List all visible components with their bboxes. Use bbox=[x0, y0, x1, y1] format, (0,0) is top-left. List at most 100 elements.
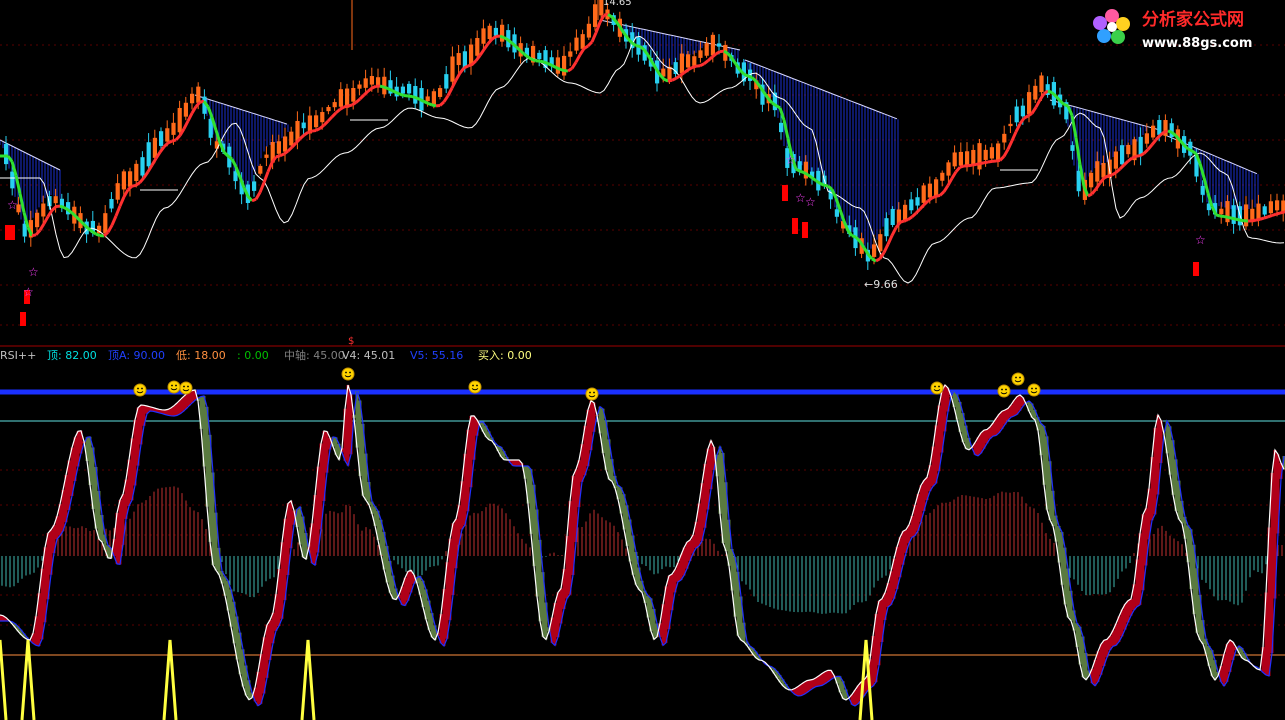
candle-body bbox=[1070, 145, 1075, 151]
ma-segment bbox=[875, 257, 881, 263]
ma-segment bbox=[1235, 217, 1241, 222]
header-field: RSI++ bbox=[0, 349, 36, 362]
ma-segment bbox=[823, 183, 829, 188]
candle-body bbox=[710, 34, 715, 56]
ma-segment bbox=[979, 161, 985, 166]
star-marker: ☆ bbox=[28, 265, 39, 279]
ma-segment bbox=[1227, 215, 1233, 220]
candle-body bbox=[1095, 161, 1100, 182]
candle-body bbox=[425, 96, 430, 102]
ma-segment bbox=[1090, 188, 1098, 195]
candle-body bbox=[121, 171, 126, 190]
ma-segment bbox=[358, 93, 366, 101]
ma-segment bbox=[31, 233, 37, 238]
ma-segment bbox=[194, 101, 202, 108]
candle-body bbox=[996, 143, 1001, 161]
chart-stage: ☆☆☆ ☆ ☆☆☆ 14.65 ←9.66 $ RSI++ 顶: 82.00 顶A: 9… bbox=[0, 0, 1285, 720]
smiley-icon bbox=[179, 381, 193, 395]
ma-segment bbox=[1150, 138, 1158, 146]
star-marker: ☆ bbox=[1195, 233, 1206, 247]
ma-segment bbox=[1259, 216, 1265, 221]
ma-segment bbox=[750, 76, 758, 83]
ma-segment bbox=[275, 154, 281, 159]
ma-segment bbox=[186, 112, 194, 122]
ma-segment bbox=[1111, 171, 1117, 177]
candle-body bbox=[1002, 133, 1007, 143]
candle-body bbox=[1157, 120, 1162, 135]
ma-segment bbox=[635, 44, 641, 48]
candle-body bbox=[1231, 205, 1236, 224]
candle-body bbox=[357, 84, 362, 89]
candle-body bbox=[115, 183, 120, 200]
ma-segment bbox=[1215, 213, 1221, 218]
candle-body bbox=[586, 23, 591, 38]
candle-body bbox=[915, 197, 920, 206]
ma-segment bbox=[315, 127, 321, 132]
ma-segment bbox=[38, 222, 46, 232]
ma-segment bbox=[942, 184, 950, 193]
ma-segment bbox=[775, 104, 781, 110]
ma-segment bbox=[1135, 154, 1141, 158]
ma-segment bbox=[1131, 154, 1137, 160]
header-field: 顶A: 90.00 bbox=[108, 349, 165, 362]
candle-body bbox=[450, 56, 455, 82]
ma-segment bbox=[899, 219, 905, 224]
candle-body bbox=[1262, 206, 1267, 215]
candle-body bbox=[940, 172, 945, 181]
candle-body bbox=[431, 91, 436, 106]
ma-segment bbox=[998, 155, 1006, 162]
candle-body bbox=[884, 218, 889, 237]
candle-body bbox=[276, 141, 281, 154]
ma-segment bbox=[1006, 140, 1014, 150]
smiley-eye bbox=[593, 391, 595, 394]
ma-segment bbox=[1063, 103, 1069, 108]
ma-segment bbox=[474, 54, 482, 62]
candle-body bbox=[338, 89, 343, 107]
candle-body bbox=[413, 86, 418, 104]
ma-segment bbox=[1094, 182, 1102, 190]
ma-segment bbox=[150, 157, 158, 166]
ma-segment bbox=[1023, 114, 1029, 120]
ma-segment bbox=[959, 164, 965, 169]
ma-segment bbox=[335, 108, 341, 114]
ma-segment bbox=[298, 134, 306, 140]
ma-segment bbox=[703, 59, 709, 66]
ma-segment bbox=[687, 66, 693, 72]
candle-body bbox=[673, 62, 678, 75]
ma-segment bbox=[954, 166, 962, 173]
ma-segment bbox=[355, 97, 361, 104]
ma-segment bbox=[399, 92, 405, 97]
ma-segment bbox=[1187, 147, 1193, 153]
ma-segment bbox=[1163, 129, 1169, 134]
smiley-eye bbox=[1031, 387, 1033, 390]
ma-segment bbox=[1038, 92, 1046, 101]
smiley-eye bbox=[183, 385, 185, 388]
smiley-eye bbox=[175, 384, 177, 387]
ma-segment bbox=[95, 232, 101, 238]
ma-segment bbox=[551, 64, 557, 69]
smiley-eye bbox=[938, 385, 940, 388]
ma-segment bbox=[343, 104, 349, 109]
ma-segment bbox=[131, 183, 137, 188]
price-panel: ☆☆☆ ☆ ☆☆☆ 14.65 ←9.66 bbox=[0, 0, 1285, 326]
smiley-eye bbox=[1005, 388, 1007, 391]
v4-line bbox=[0, 383, 1285, 701]
ma-segment bbox=[351, 101, 357, 107]
ma-segment bbox=[603, 12, 609, 17]
candle-body bbox=[264, 154, 269, 158]
ma-segment bbox=[882, 243, 890, 254]
signal-bar bbox=[792, 218, 798, 234]
candle-body bbox=[909, 199, 914, 211]
v5-line bbox=[0, 389, 1285, 707]
ma-segment bbox=[415, 96, 421, 101]
candle-body bbox=[369, 76, 374, 85]
ma-segment bbox=[871, 257, 877, 263]
candle-body bbox=[555, 57, 560, 74]
smiley-icon bbox=[1011, 372, 1025, 386]
candle-body bbox=[1033, 85, 1038, 100]
ma-segment bbox=[1087, 192, 1093, 198]
ma-segment bbox=[799, 169, 805, 174]
ma-segment bbox=[63, 206, 69, 212]
ma-segment bbox=[531, 58, 537, 63]
buy-spike bbox=[20, 639, 36, 720]
